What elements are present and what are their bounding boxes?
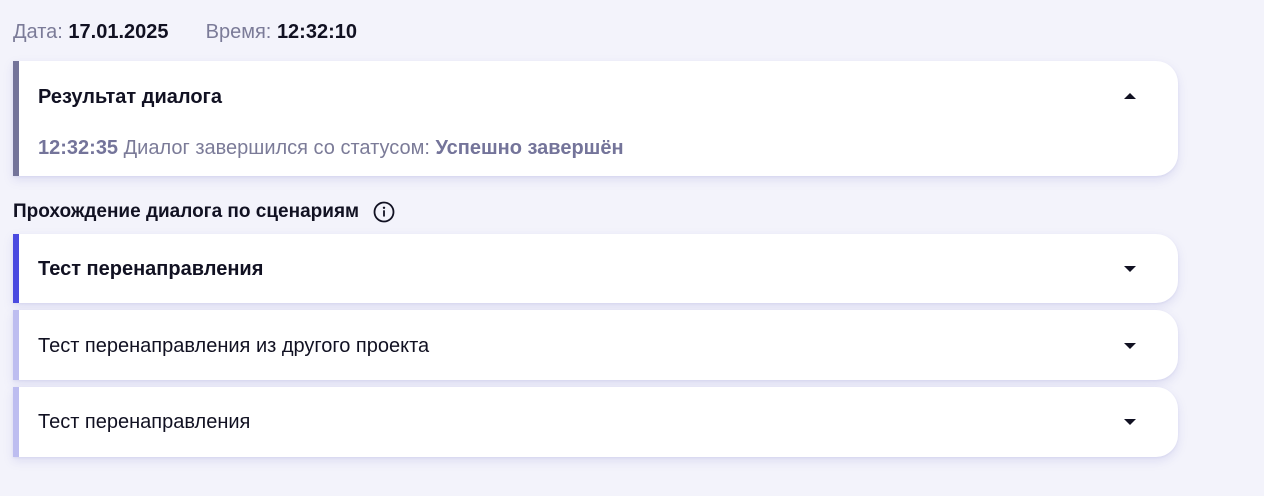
chevron-down-icon[interactable] [1124, 343, 1136, 349]
scenario-item[interactable]: Тест перенаправления [13, 234, 1178, 303]
date-value: 17.01.2025 [68, 21, 169, 43]
dialog-result-time: 12:32:35 [38, 137, 119, 159]
dialog-result-line: 12:32:35 Диалог завершился со статусом: … [38, 135, 624, 161]
date-label: Дата: [13, 21, 63, 43]
dialog-result-status: Успешно завершён [435, 137, 624, 159]
dialog-result-card: Результат диалога 12:32:35 Диалог заверш… [13, 61, 1178, 176]
time-label: Время: [205, 21, 272, 43]
scenario-label: Тест перенаправления из другого проекта [38, 335, 430, 357]
scenario-item[interactable]: Тест перенаправления [13, 387, 1178, 457]
dialog-result-title: Результат диалога [38, 86, 223, 108]
scenario-label: Тест перенаправления [38, 411, 251, 433]
chevron-down-icon[interactable] [1124, 419, 1136, 425]
chevron-down-icon[interactable] [1124, 266, 1136, 272]
dialog-meta: Дата: 17.01.2025 Время: 12:32:10 [13, 19, 357, 45]
dialog-result-message: Диалог завершился со статусом: [123, 137, 430, 159]
scenario-item[interactable]: Тест перенаправления из другого проекта [13, 310, 1178, 380]
scenario-label: Тест перенаправления [38, 258, 264, 280]
scenarios-heading-text: Прохождение диалога по сценариям [13, 201, 360, 222]
chevron-up-icon[interactable] [1124, 93, 1136, 99]
info-circle-icon[interactable] [373, 201, 395, 223]
scenario-accent-bar [13, 234, 19, 303]
dialog-result-header[interactable]: Результат диалога [13, 61, 1178, 131]
scenarios-heading: Прохождение диалога по сценариям [13, 199, 395, 225]
time-value: 12:32:10 [276, 21, 357, 43]
scenario-accent-bar [13, 387, 19, 457]
scenario-accent-bar [13, 310, 19, 380]
